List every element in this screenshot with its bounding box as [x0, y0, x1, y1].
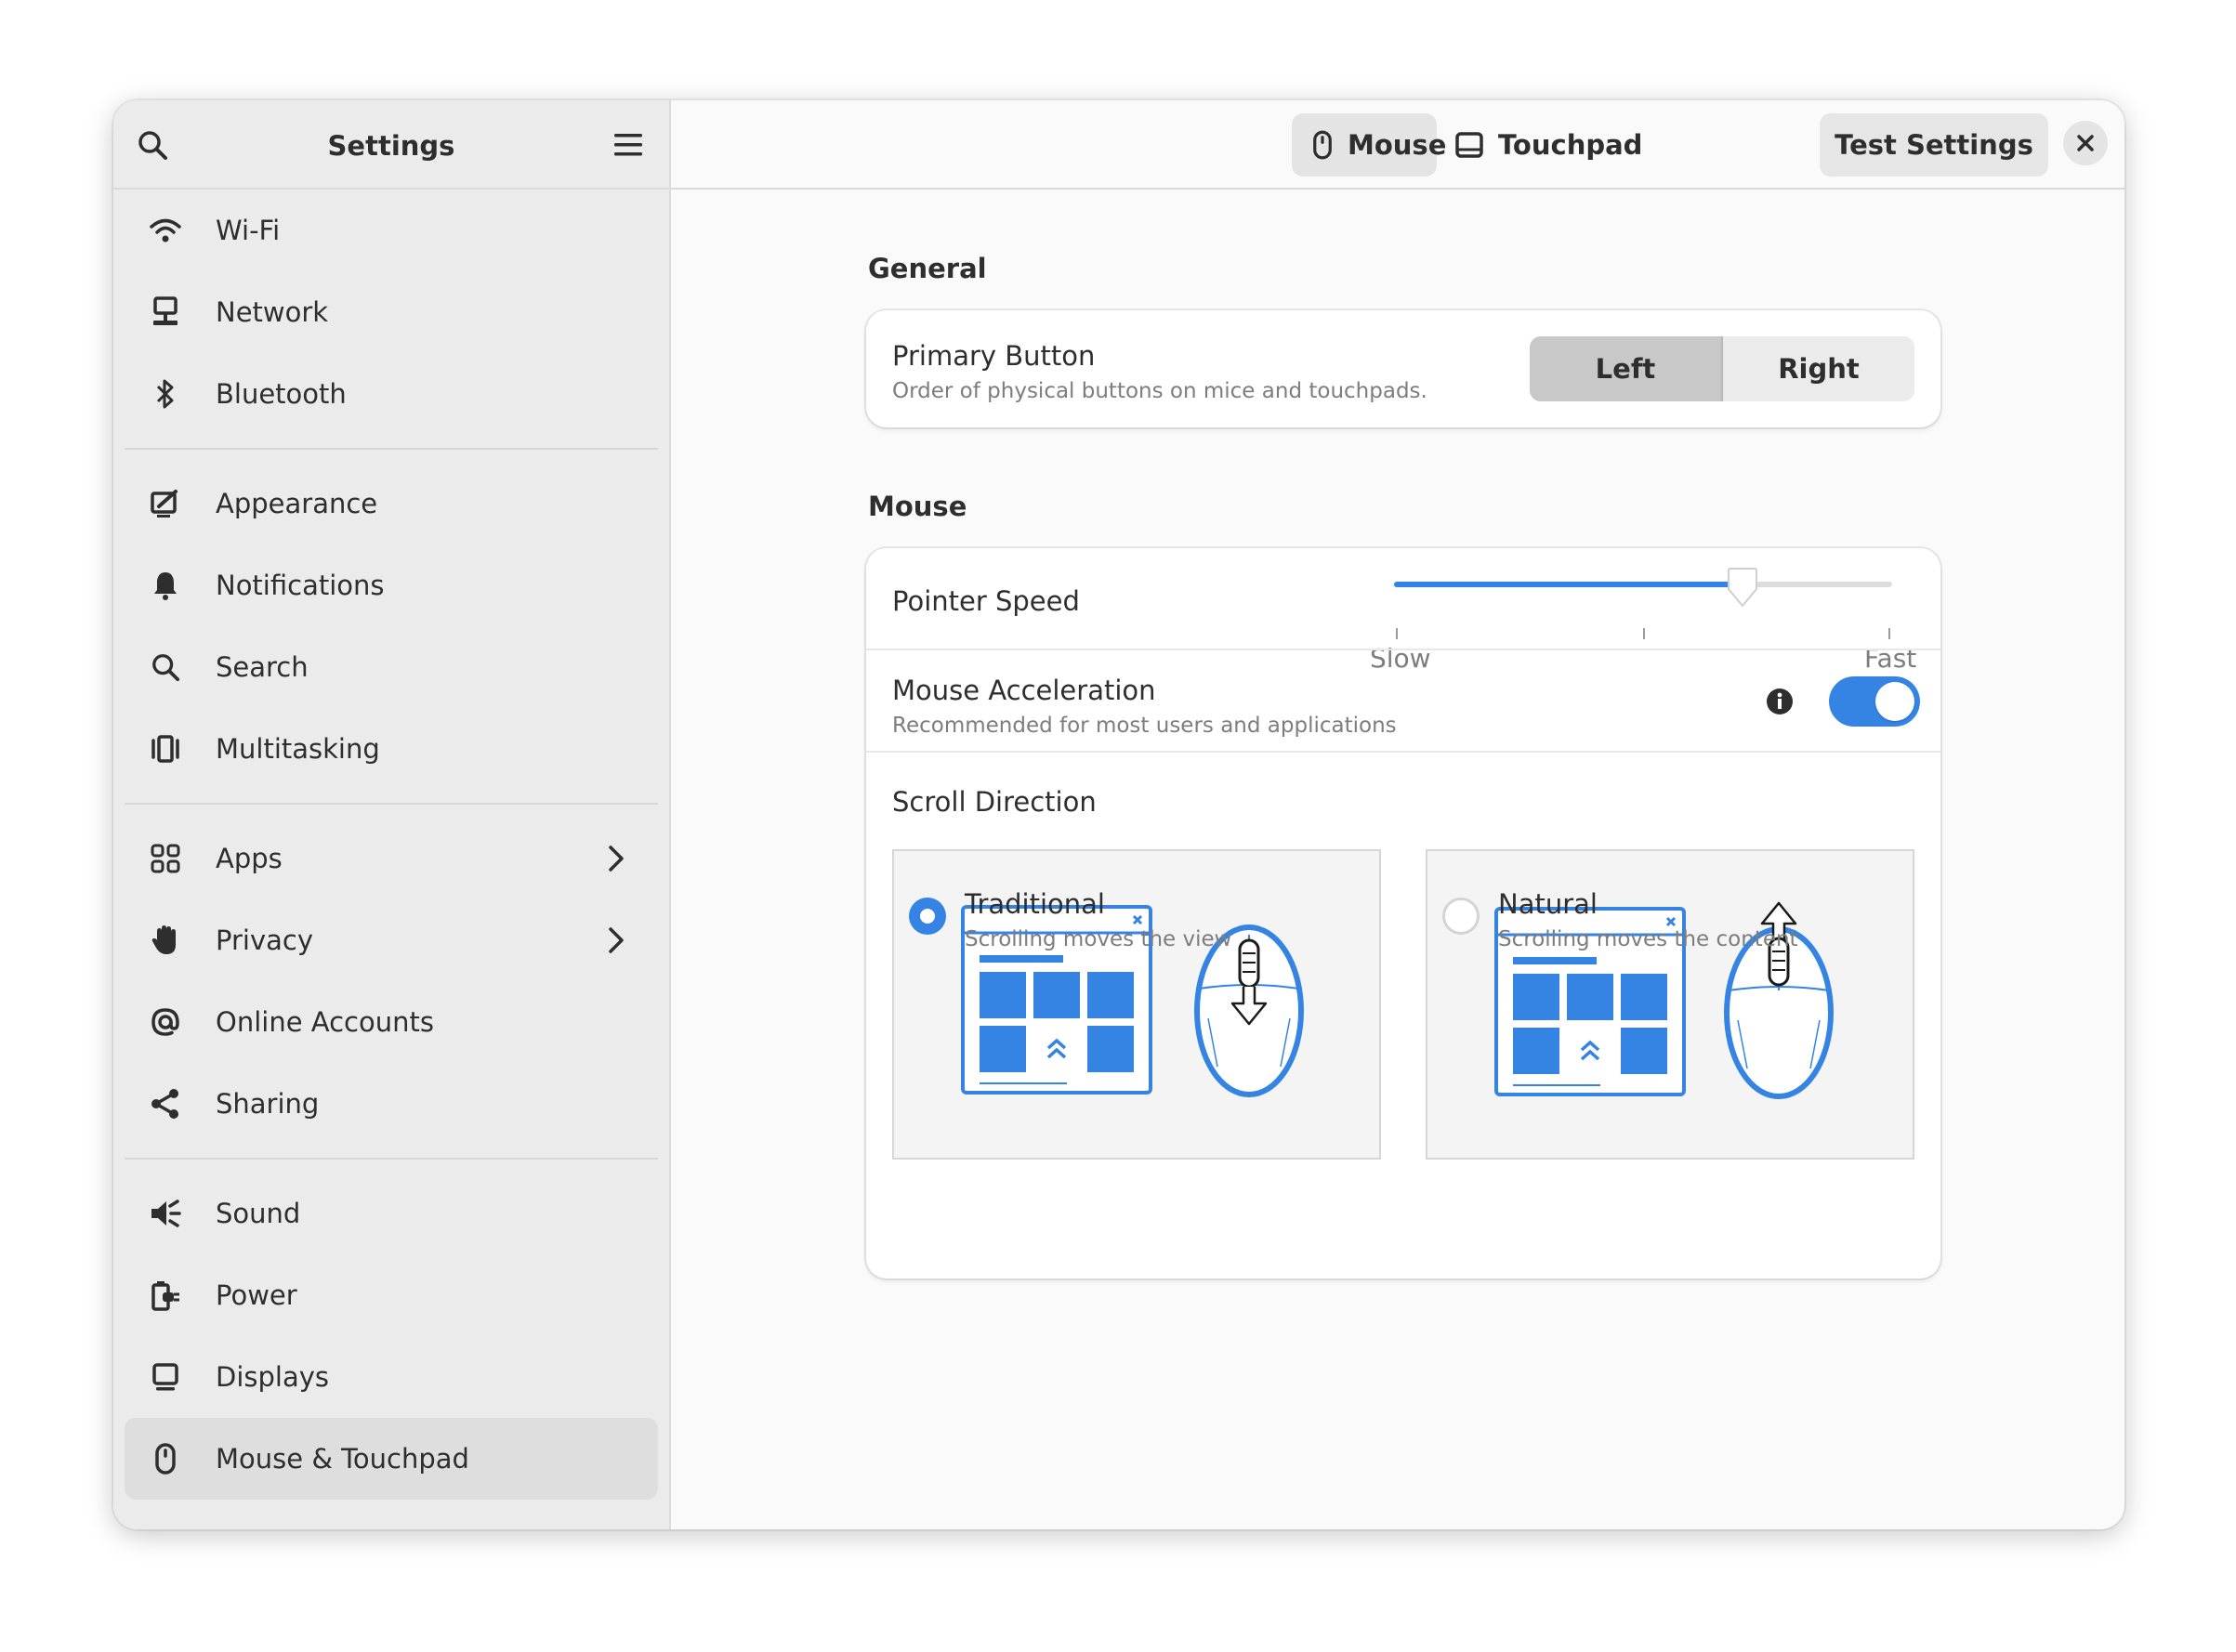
- right-button[interactable]: Right: [1723, 336, 1914, 401]
- sidebar-list: Wi-Fi Network Bluetooth Appearance Notif…: [125, 190, 658, 1500]
- scroll-direction-title: Scroll Direction: [892, 786, 1097, 818]
- test-settings-button[interactable]: Test Settings: [1820, 113, 2048, 177]
- mouse-acceleration-subtitle: Recommended for most users and applicati…: [892, 714, 1397, 738]
- sidebar-item-label: Notifications: [216, 570, 385, 601]
- mouse-section-title: Mouse: [868, 491, 967, 522]
- sidebar-item-label: Multitasking: [216, 733, 380, 765]
- row-separator: [866, 649, 1940, 650]
- traditional-title: Traditional: [965, 888, 1105, 920]
- sidebar-separator: [125, 1158, 658, 1160]
- network-icon: [147, 294, 184, 331]
- hamburger-menu-icon[interactable]: [608, 125, 649, 165]
- pointer-speed-slider[interactable]: [1394, 568, 1892, 639]
- multitasking-icon: [147, 730, 184, 767]
- sidebar-item-label: Wi-Fi: [216, 215, 281, 246]
- mouse-icon: [147, 1440, 184, 1477]
- slider-tick: [1396, 628, 1398, 639]
- slider-handle[interactable]: [1725, 567, 1760, 610]
- slider-min-label: Slow: [1370, 643, 1431, 674]
- slider-fill: [1394, 582, 1743, 587]
- pointer-speed-title: Pointer Speed: [892, 585, 1080, 617]
- mouse-icon: [1312, 129, 1333, 161]
- primary-button-title: Primary Button: [892, 340, 1096, 372]
- slider-tick: [1888, 628, 1890, 639]
- sidebar-item-label: Sharing: [216, 1088, 320, 1120]
- chevron-right-icon: [600, 924, 632, 957]
- sidebar-item-multitasking[interactable]: Multitasking: [125, 708, 658, 790]
- speaker-icon: [147, 1195, 184, 1232]
- sidebar-item-label: Mouse & Touchpad: [216, 1443, 469, 1475]
- natural-title: Natural: [1498, 888, 1598, 920]
- general-card: Primary Button Order of physical buttons…: [866, 310, 1940, 427]
- row-separator: [866, 751, 1940, 753]
- sidebar-header: Settings: [113, 100, 669, 190]
- traditional-subtitle: Scrolling moves the view: [965, 927, 1232, 951]
- at-sign-icon: [147, 1003, 184, 1041]
- left-button[interactable]: Left: [1530, 336, 1723, 401]
- sidebar-item-label: Privacy: [216, 924, 313, 956]
- switch-knob: [1875, 682, 1914, 721]
- header-bar: Mouse Touchpad Test Settings: [671, 100, 2124, 190]
- touchpad-icon: [1455, 129, 1483, 161]
- sidebar-item-label: Power: [216, 1279, 297, 1311]
- tab-touchpad[interactable]: Touchpad: [1435, 113, 1663, 177]
- natural-subtitle: Scrolling moves the content: [1498, 927, 1798, 951]
- sidebar-item-privacy[interactable]: Privacy: [125, 899, 658, 981]
- settings-window: Settings Wi-Fi Network Bluetooth Appeara…: [113, 100, 2124, 1529]
- primary-button-subtitle: Order of physical buttons on mice and to…: [892, 379, 1427, 403]
- sidebar-item-network[interactable]: Network: [125, 271, 658, 353]
- apps-grid-icon: [147, 840, 184, 877]
- sidebar-item-label: Bluetooth: [216, 378, 347, 410]
- sidebar-title: Settings: [327, 130, 455, 162]
- sidebar-item-notifications[interactable]: Notifications: [125, 544, 658, 626]
- wifi-icon: [147, 212, 184, 249]
- sidebar-item-power[interactable]: Power: [125, 1254, 658, 1336]
- mouse-acceleration-title: Mouse Acceleration: [892, 675, 1156, 706]
- sidebar-separator: [125, 448, 658, 450]
- sidebar-item-online-accounts[interactable]: Online Accounts: [125, 981, 658, 1063]
- power-plug-icon: [147, 1277, 184, 1314]
- sidebar-item-label: Search: [216, 651, 309, 683]
- close-icon[interactable]: [2063, 121, 2108, 165]
- sidebar-item-appearance[interactable]: Appearance: [125, 463, 658, 544]
- sidebar-item-mouse-touchpad[interactable]: Mouse & Touchpad: [125, 1418, 658, 1500]
- natural-radio[interactable]: [1442, 898, 1480, 935]
- sidebar-separator: [125, 803, 658, 805]
- sidebar-item-apps[interactable]: Apps: [125, 818, 658, 899]
- sidebar-item-search[interactable]: Search: [125, 626, 658, 708]
- bell-icon: [147, 567, 184, 604]
- sidebar-item-label: Displays: [216, 1361, 330, 1393]
- tab-mouse[interactable]: Mouse: [1292, 113, 1446, 177]
- sidebar-item-sound[interactable]: Sound: [125, 1173, 658, 1254]
- display-icon: [147, 1358, 184, 1396]
- info-icon[interactable]: [1766, 688, 1794, 715]
- mouse-acceleration-switch[interactable]: [1829, 676, 1920, 727]
- sidebar-item-sharing[interactable]: Sharing: [125, 1063, 658, 1145]
- share-icon: [147, 1085, 184, 1122]
- slider-tick: [1643, 628, 1645, 639]
- search-icon: [147, 649, 184, 686]
- sidebar-item-label: Apps: [216, 843, 283, 874]
- tab-label: Mouse: [1348, 129, 1447, 161]
- tab-label: Touchpad: [1498, 129, 1643, 161]
- sidebar-item-wifi[interactable]: Wi-Fi: [125, 190, 658, 271]
- primary-button-toggle-group: Left Right: [1530, 336, 1914, 401]
- bluetooth-icon: [147, 375, 184, 413]
- mouse-card: Pointer Speed Slow Fast Mouse Accelerati…: [866, 548, 1940, 1278]
- sidebar-item-label: Sound: [216, 1198, 301, 1229]
- traditional-radio[interactable]: [909, 898, 946, 935]
- sidebar-item-label: Appearance: [216, 488, 378, 519]
- hand-icon: [147, 922, 184, 959]
- sidebar-item-displays[interactable]: Displays: [125, 1336, 658, 1418]
- sidebar: Settings Wi-Fi Network Bluetooth Appeara…: [113, 100, 671, 1529]
- general-section-title: General: [868, 253, 987, 284]
- slider-max-label: Fast: [1864, 643, 1917, 674]
- sidebar-item-label: Online Accounts: [216, 1006, 434, 1038]
- appearance-icon: [147, 485, 184, 522]
- sidebar-item-bluetooth[interactable]: Bluetooth: [125, 353, 658, 435]
- sidebar-item-label: Network: [216, 296, 329, 328]
- chevron-right-icon: [600, 842, 632, 875]
